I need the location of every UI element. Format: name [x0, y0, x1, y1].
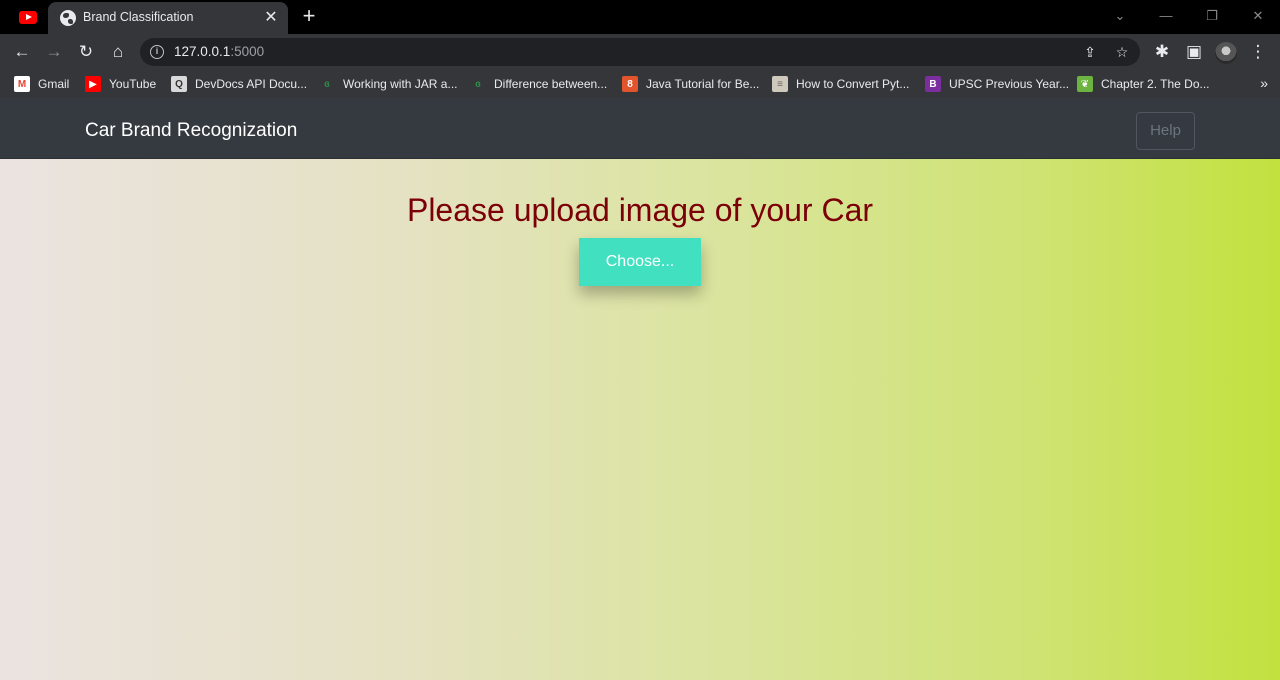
- tab-strip: Brand Classification ✕ + ⌄ — ❐ ✕: [0, 0, 1280, 34]
- pinned-tab-youtube[interactable]: [14, 7, 42, 27]
- geeksforgeeks-icon-glyph: ɞ: [475, 78, 481, 90]
- bookmark-label: How to Convert Pyt...: [796, 77, 910, 91]
- navbar-brand[interactable]: Car Brand Recognization: [85, 120, 297, 142]
- upload-heading: Please upload image of your Car: [406, 192, 874, 228]
- bookmark-label: Gmail: [38, 77, 70, 91]
- gmail-icon-glyph: M: [17, 78, 27, 90]
- bookmark-label: Java Tutorial for Be...: [646, 77, 760, 91]
- youtube-icon-glyph: ▶: [89, 78, 97, 90]
- forward-button[interactable]: →: [40, 38, 68, 66]
- tab-brand-classification[interactable]: Brand Classification ✕: [48, 2, 288, 34]
- tab-search-icon[interactable]: ⌄: [1106, 4, 1134, 28]
- geeksforgeeks-icon-glyph: ɞ: [324, 78, 330, 90]
- bookmark-label: DevDocs API Docu...: [195, 77, 308, 91]
- page-content: Car Brand Recognization Help Please uplo…: [0, 98, 1280, 680]
- youtube-icon: ▶: [85, 76, 101, 92]
- help-button[interactable]: Help: [1136, 112, 1195, 150]
- menu-icon[interactable]: ⋮: [1244, 38, 1272, 66]
- bookmark-upsc[interactable]: B UPSC Previous Year...: [925, 75, 1069, 93]
- upsc-icon: B: [925, 76, 941, 92]
- upsc-icon-glyph: B: [929, 78, 937, 90]
- leaf-icon: ❦: [1077, 76, 1093, 92]
- bookmark-youtube[interactable]: ▶ YouTube: [85, 75, 156, 93]
- bookmark-star-icon[interactable]: ☆: [1110, 40, 1134, 64]
- home-button[interactable]: ⌂: [104, 38, 132, 66]
- bookmark-how-to-convert[interactable]: ≡ How to Convert Pyt...: [772, 75, 909, 93]
- bookmarks-bar: M Gmail ▶ YouTube Q DevDocs API Docu... …: [0, 70, 1280, 98]
- page-thumbnail-icon: ≡: [772, 76, 788, 92]
- bookmark-gmail[interactable]: M Gmail: [14, 75, 69, 93]
- bookmark-difference-between[interactable]: ɞ Difference between...: [470, 75, 607, 93]
- tab-title: Brand Classification: [83, 10, 194, 24]
- page-thumbnail-icon-glyph: ≡: [777, 78, 783, 90]
- tab-close-icon[interactable]: ✕: [262, 9, 280, 27]
- new-tab-button[interactable]: +: [298, 5, 320, 28]
- url-port: :5000: [230, 44, 265, 59]
- minimize-button[interactable]: —: [1152, 4, 1180, 28]
- site-navbar: Car Brand Recognization Help: [0, 98, 1280, 159]
- geeksforgeeks-icon: ɞ: [319, 76, 335, 92]
- restore-button[interactable]: ❐: [1198, 4, 1226, 28]
- devdocs-icon-glyph: Q: [175, 78, 183, 90]
- bookmark-label: Working with JAR a...: [343, 77, 458, 91]
- bookmark-label: Difference between...: [494, 77, 608, 91]
- extensions-icon[interactable]: ✱: [1148, 38, 1176, 66]
- bookmark-devdocs[interactable]: Q DevDocs API Docu...: [171, 75, 307, 93]
- choose-file-button[interactable]: Choose...: [579, 238, 701, 286]
- globe-icon: [60, 10, 76, 26]
- share-icon[interactable]: ⇪: [1078, 40, 1102, 64]
- gmail-icon: M: [14, 76, 30, 92]
- reload-button[interactable]: ↻: [72, 38, 100, 66]
- url-host: 127.0.0.1: [174, 44, 231, 59]
- bookmark-chapter-2[interactable]: ❦ Chapter 2. The Do...: [1077, 75, 1210, 93]
- profile-avatar[interactable]: [1215, 42, 1237, 64]
- bookmarks-overflow-button[interactable]: »: [1260, 75, 1268, 91]
- bookmark-label: UPSC Previous Year...: [949, 77, 1070, 91]
- site-info-icon[interactable]: i: [150, 45, 164, 59]
- side-panel-icon[interactable]: ▣: [1180, 38, 1208, 66]
- bookmark-working-with-jar[interactable]: ɞ Working with JAR a...: [319, 75, 457, 93]
- geeksforgeeks-icon: ɞ: [470, 76, 486, 92]
- youtube-icon: [19, 10, 37, 24]
- devdocs-icon: Q: [171, 76, 187, 92]
- url-text[interactable]: 127.0.0.1:5000: [174, 44, 264, 59]
- back-button[interactable]: ←: [8, 38, 36, 66]
- leaf-icon-glyph: ❦: [1080, 78, 1090, 90]
- address-bar[interactable]: i 127.0.0.1:5000 ⇪ ☆: [140, 38, 1140, 66]
- tutorial-icon: 8: [622, 76, 638, 92]
- bookmark-label: Chapter 2. The Do...: [1101, 77, 1210, 91]
- tutorial-icon-glyph: 8: [627, 78, 633, 90]
- bookmark-java-tutorial[interactable]: 8 Java Tutorial for Be...: [622, 75, 759, 93]
- bookmark-label: YouTube: [109, 77, 157, 91]
- browser-toolbar: ← → ↻ ⌂ i 127.0.0.1:5000 ⇪ ☆ ✱ ▣ ⋮: [0, 34, 1280, 70]
- window-close-button[interactable]: ✕: [1244, 4, 1272, 28]
